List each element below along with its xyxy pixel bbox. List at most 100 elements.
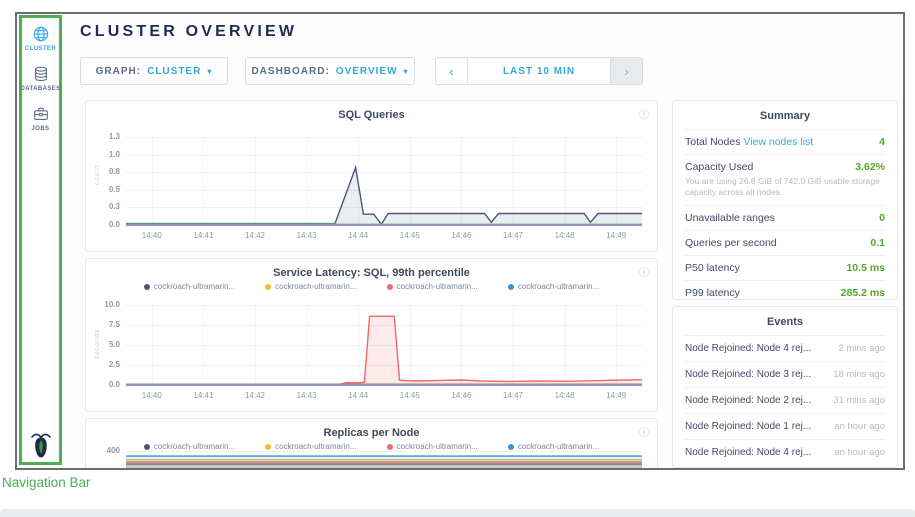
dashboard-dropdown-value: OVERVIEW <box>336 66 398 77</box>
time-range-label[interactable]: LAST 10 MIN <box>468 58 610 84</box>
y-axis-tick-label: 400 <box>90 446 120 455</box>
x-axis-tick-label: 14:46 <box>441 391 481 400</box>
y-axis-tick-label: 0.3 <box>90 202 120 211</box>
graph-dropdown-label: GRAPH: <box>96 66 141 77</box>
chart-canvas <box>126 305 642 385</box>
x-axis-tick-label: 14:43 <box>287 231 327 240</box>
x-axis-tick-label: 14:44 <box>338 391 378 400</box>
event-row: Node Rejoined: Node 3 rej... 18 mins ago <box>685 361 885 387</box>
chart-canvas <box>126 137 642 225</box>
y-axis-tick-label: 0.0 <box>90 380 120 389</box>
x-axis-tick-label: 14:49 <box>596 231 636 240</box>
x-axis-line <box>126 224 642 226</box>
graph-dropdown[interactable]: GRAPH: CLUSTER ▾ <box>80 57 228 85</box>
summary-row-p99-latency: P99 latency 285.2 ms <box>685 280 885 305</box>
sidebar-item-databases[interactable]: DATABASES <box>22 65 59 92</box>
summary-row-capacity-used: Capacity Used 3.62% You are using 26.8 G… <box>685 154 885 205</box>
summary-row-queries-per-second: Queries per second 0.1 <box>685 230 885 255</box>
events-panel-title: Events <box>673 307 897 335</box>
event-row: Node Rejoined: Node 2 rej... 31 mins ago <box>685 387 885 413</box>
cockroach-logo-icon[interactable] <box>29 431 53 459</box>
page-title: CLUSTER OVERVIEW <box>80 23 297 41</box>
page: CLUSTER DATABASES JOBS <box>0 0 915 517</box>
x-axis-tick-label: 14:48 <box>545 231 585 240</box>
sql-queries-plot: 0.00.30.50.81.01.314:4014:4114:4214:4314… <box>86 101 657 251</box>
summary-row-value: 3.62% <box>855 161 885 173</box>
chevron-down-icon: ▾ <box>207 67 212 76</box>
x-axis-tick-label: 14:41 <box>183 231 223 240</box>
summary-row-total-nodes: Total Nodes View nodes list 4 <box>685 129 885 154</box>
chart-card-replicas-per-node: Replicas per Node ⓘ cockroach-ultramarin… <box>85 418 658 470</box>
chevron-right-icon: › <box>624 64 628 79</box>
event-time: 31 mins ago <box>833 395 885 406</box>
x-axis-tick-label: 14:45 <box>390 391 430 400</box>
x-axis-tick-label: 14:46 <box>441 231 481 240</box>
summary-row-unavailable-ranges: Unavailable ranges 0 <box>685 205 885 230</box>
x-axis-tick-label: 14:40 <box>132 231 172 240</box>
event-text: Node Rejoined: Node 1 rej... <box>685 421 811 432</box>
annotation-navigation-bar-label: Navigation Bar <box>2 475 91 490</box>
x-axis-tick-label: 14:40 <box>132 391 172 400</box>
chart-card-sql-queries: SQL Queries ⓘ 0.00.30.50.81.01.314:4014:… <box>85 100 658 252</box>
y-axis-tick-label: 7.5 <box>90 320 120 329</box>
event-time: an hour ago <box>834 421 885 432</box>
sidebar-item-label: CLUSTER <box>25 46 56 52</box>
summary-row-label: Queries per second <box>685 237 777 249</box>
x-axis-tick-label: 14:47 <box>493 391 533 400</box>
service-latency-plot: 0.02.55.07.510.014:4014:4114:4214:4314:4… <box>86 259 657 411</box>
summary-row-label: P50 latency <box>685 262 740 274</box>
x-axis-tick-label: 14:42 <box>235 231 275 240</box>
x-axis-tick-label: 14:45 <box>390 231 430 240</box>
y-axis-label: seconds <box>94 329 101 359</box>
chevron-left-icon: ‹ <box>449 64 453 79</box>
y-axis-tick-label: 1.3 <box>90 132 120 141</box>
capacity-note: You are using 26.8 GiB of 742.0 GiB usab… <box>685 173 885 199</box>
x-axis-tick-label: 14:49 <box>596 391 636 400</box>
summary-row-value: 285.2 ms <box>841 287 885 299</box>
y-axis-label: count <box>94 165 101 185</box>
event-row: Node Rejoined: Node 4 rej... 2 mins ago <box>685 335 885 361</box>
x-axis-tick-label: 14:43 <box>287 391 327 400</box>
y-axis-tick-label: 0.0 <box>90 220 120 229</box>
event-time: 2 mins ago <box>839 343 885 354</box>
navigation-bar: CLUSTER DATABASES JOBS <box>19 15 62 465</box>
globe-icon <box>32 25 50 43</box>
sidebar-item-label: JOBS <box>32 126 50 132</box>
summary-row-label: Total Nodes <box>685 136 740 148</box>
x-axis-tick-label: 14:48 <box>545 391 585 400</box>
event-time: 18 mins ago <box>833 369 885 380</box>
sidebar-item-jobs[interactable]: JOBS <box>22 105 59 132</box>
chevron-down-icon: ▾ <box>404 67 409 76</box>
event-text: Node Rejoined: Node 3 rej... <box>685 369 811 380</box>
summary-row-value: 4 <box>879 136 885 148</box>
chart-canvas <box>126 449 642 470</box>
x-axis-line <box>126 384 642 386</box>
sidebar-item-label: DATABASES <box>20 86 60 92</box>
time-next-button[interactable]: › <box>610 58 642 84</box>
events-panel: Events Node Rejoined: Node 4 rej... 2 mi… <box>672 306 898 468</box>
event-text: Node Rejoined: Node 2 rej... <box>685 395 811 406</box>
x-axis-tick-label: 14:47 <box>493 231 533 240</box>
x-axis-tick-label: 14:44 <box>338 231 378 240</box>
summary-row-label: Unavailable ranges <box>685 212 775 224</box>
time-prev-button[interactable]: ‹ <box>436 58 468 84</box>
y-axis-tick-label: 0.5 <box>90 185 120 194</box>
x-axis-tick-label: 14:41 <box>183 391 223 400</box>
summary-row-p50-latency: P50 latency 10.5 ms <box>685 255 885 280</box>
y-axis-tick-label: 10.0 <box>90 300 120 309</box>
summary-panel-title: Summary <box>673 101 897 129</box>
x-axis-tick-label: 14:42 <box>235 391 275 400</box>
summary-row-label: Capacity Used <box>685 161 753 173</box>
replicas-per-node-plot: 400 <box>86 419 657 470</box>
view-nodes-list-link[interactable]: View nodes list <box>743 136 813 148</box>
bottom-strip <box>0 509 915 517</box>
briefcase-icon <box>32 105 50 123</box>
dashboard-dropdown[interactable]: DASHBOARD: OVERVIEW ▾ <box>245 57 415 85</box>
graph-dropdown-value: CLUSTER <box>147 66 201 77</box>
y-axis-tick-label: 1.0 <box>90 150 120 159</box>
event-row: Node Rejoined: Node 4 rej... an hour ago <box>685 439 885 465</box>
dashboard-dropdown-label: DASHBOARD: <box>251 66 329 77</box>
event-time: an hour ago <box>834 447 885 458</box>
y-axis-tick-label: 2.5 <box>90 360 120 369</box>
sidebar-item-cluster[interactable]: CLUSTER <box>22 25 59 52</box>
